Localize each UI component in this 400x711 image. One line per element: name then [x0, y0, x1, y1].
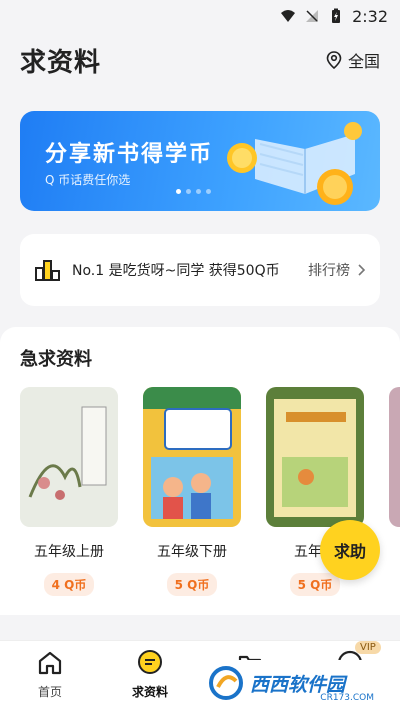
chat-icon — [138, 650, 162, 674]
banner-pagination — [176, 189, 211, 194]
region-label: 全国 — [347, 52, 380, 71]
tab-home[interactable]: 首页 — [0, 641, 100, 711]
chevron-right-icon — [358, 264, 366, 276]
book-cover-image — [266, 387, 364, 527]
reward-badge: 4 Q币 — [43, 573, 95, 596]
top-ranker-text: No.1 是吃货呀~同学 获得50Q币 — [72, 263, 280, 279]
pagination-dot — [176, 189, 181, 194]
no-signal-icon — [306, 10, 319, 22]
pagination-dot — [196, 189, 201, 194]
pagination-dot — [206, 189, 211, 194]
banner-subtitle: Q 币话费任你选 — [45, 173, 131, 187]
book-cover — [143, 387, 241, 527]
page-title: 求资料 — [20, 47, 102, 78]
ranking-icon — [35, 260, 60, 281]
book-name: 五年级上册 — [34, 544, 104, 560]
section-title: 急求资料 — [20, 349, 92, 370]
promo-banner[interactable]: 分享新书得学币 Q 币话费任你选 — [20, 111, 380, 211]
book-cover — [20, 387, 118, 527]
watermark-url: CR173.COM — [320, 693, 374, 703]
book-cover-image — [143, 387, 241, 527]
watermark-logo-icon — [209, 666, 243, 700]
tab-label: 求资料 — [131, 685, 168, 699]
book-cover-image — [20, 387, 118, 527]
tab-label: 首页 — [37, 685, 62, 699]
help-fab-button[interactable]: 求助 — [320, 520, 380, 580]
status-bar: 2:32 — [0, 0, 400, 32]
site-watermark: 西西软件园 CR173.COM — [200, 660, 384, 706]
reward-badge: 5 Q币 — [289, 573, 341, 596]
book-list: 五年级上册 4 Q币 五年级下册 5 Q币 五年级 5 Q币 — [20, 387, 364, 596]
reward-badge: 5 Q币 — [166, 573, 218, 596]
coin-icon — [227, 143, 257, 173]
leaderboard-label: 排行榜 — [308, 263, 350, 279]
vip-badge: VIP — [355, 641, 381, 654]
banner-title: 分享新书得学币 — [45, 142, 214, 167]
wifi-icon — [281, 10, 296, 22]
home-icon — [38, 651, 62, 675]
book-card[interactable]: 五年级上册 4 Q币 — [20, 387, 118, 596]
battery-charging-icon — [332, 8, 341, 23]
book-name: 五年级下册 — [157, 544, 227, 560]
region-selector[interactable]: 全国 — [326, 48, 380, 72]
clock: 2:32 — [352, 6, 388, 26]
book-card[interactable]: 五年级下册 5 Q币 — [143, 387, 241, 596]
header: 求资料 全国 — [0, 32, 400, 88]
leaderboard-link[interactable]: 排行榜 — [308, 260, 366, 280]
ranking-card[interactable]: No.1 是吃货呀~同学 获得50Q币 排行榜 — [20, 234, 380, 306]
tab-request[interactable]: 求资料 — [100, 641, 200, 711]
book-cover-partial[interactable] — [389, 387, 400, 527]
book-cover — [266, 387, 364, 527]
pagination-dot — [186, 189, 191, 194]
location-pin-icon — [326, 51, 342, 69]
